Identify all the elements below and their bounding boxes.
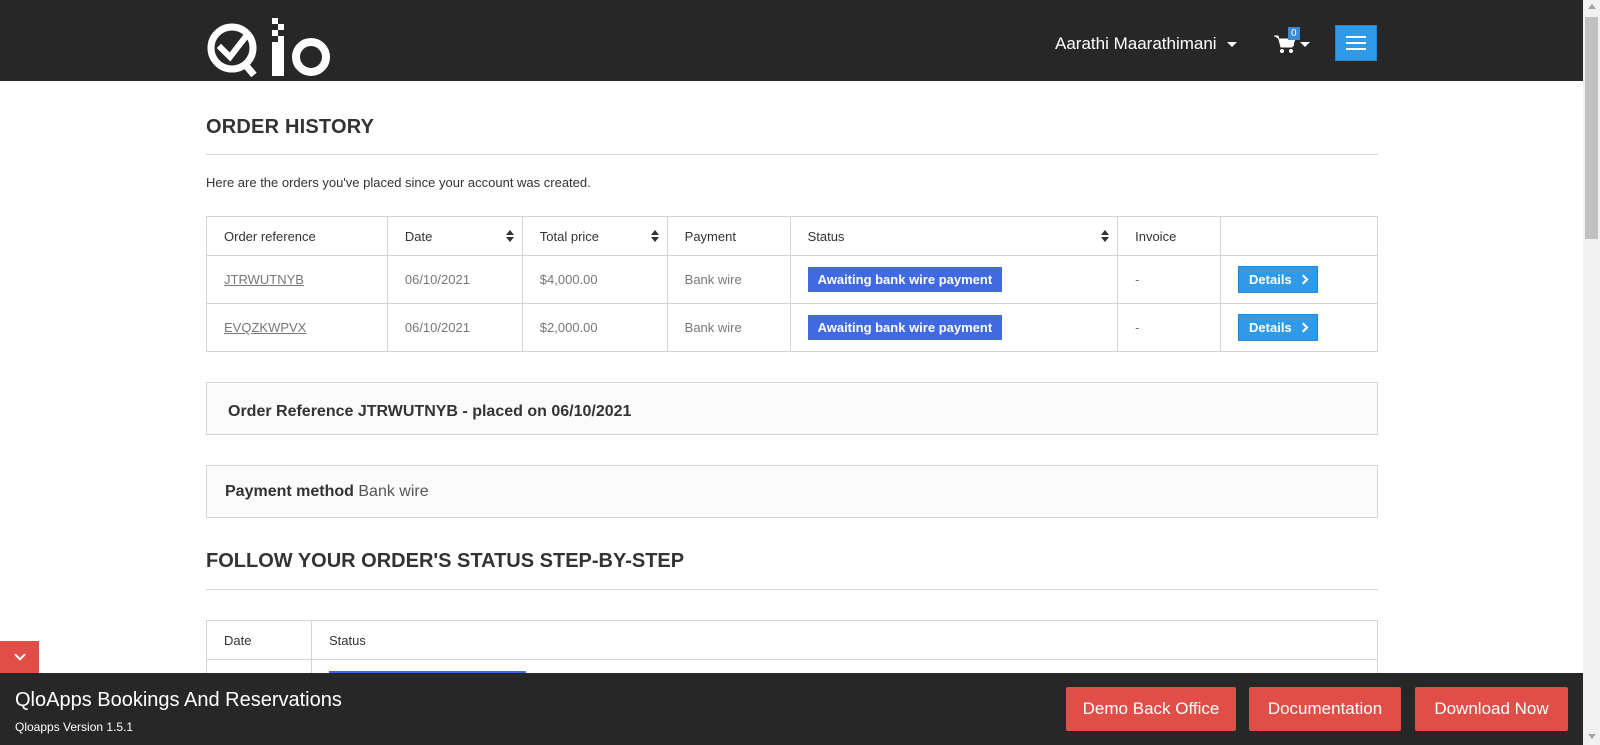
cart-button[interactable]: 0 bbox=[1274, 27, 1310, 54]
column-header-total-price[interactable]: Total price bbox=[521, 216, 668, 256]
hamburger-menu-button[interactable] bbox=[1335, 25, 1377, 61]
menu-bar bbox=[1346, 48, 1366, 50]
sort-icon[interactable] bbox=[1101, 230, 1110, 242]
column-label: Order reference bbox=[224, 228, 316, 244]
user-account-dropdown[interactable]: Aarathi Maarathimani bbox=[1055, 34, 1237, 54]
scroll-down-icon[interactable] bbox=[1588, 734, 1596, 739]
details-button[interactable]: Details bbox=[1238, 314, 1318, 341]
scrollbar-thumb[interactable] bbox=[1585, 17, 1598, 239]
cell-invoice: - bbox=[1117, 255, 1222, 304]
scroll-up-icon[interactable] bbox=[1588, 4, 1596, 9]
order-reference-link[interactable]: JTRWUTNYB bbox=[224, 272, 304, 287]
details-label: Details bbox=[1249, 320, 1292, 335]
sort-icon[interactable] bbox=[505, 230, 514, 242]
footer-title: QloApps Bookings And Reservations bbox=[15, 689, 342, 711]
menu-bar bbox=[1346, 42, 1366, 44]
order-history-table: Order reference Date Total price Payment… bbox=[206, 216, 1378, 352]
sort-icon[interactable] bbox=[650, 230, 659, 242]
column-label: Total price bbox=[539, 228, 600, 244]
cart-count-badge: 0 bbox=[1288, 27, 1300, 40]
user-name: Aarathi Maarathimani bbox=[1055, 34, 1217, 53]
vertical-scrollbar[interactable] bbox=[1583, 0, 1600, 745]
details-label: Details bbox=[1249, 272, 1292, 287]
cell-status: Awaiting bank wire payment bbox=[789, 303, 1119, 352]
qlo-logo[interactable] bbox=[206, 18, 332, 80]
status-badge: Awaiting bank wire payment bbox=[807, 315, 1003, 340]
cell-payment: Bank wire bbox=[666, 255, 791, 304]
payment-method-text: Payment method Bank wire bbox=[207, 483, 429, 501]
table-header-row: Order reference Date Total price Payment… bbox=[206, 216, 1378, 256]
demo-footer-bar: QloApps Bookings And Reservations Qloapp… bbox=[0, 673, 1583, 745]
column-header-invoice: Invoice bbox=[1117, 216, 1222, 256]
documentation-button[interactable]: Documentation bbox=[1249, 687, 1401, 731]
cell-payment: Bank wire bbox=[666, 303, 791, 352]
payment-method-value: Bank wire bbox=[358, 482, 429, 500]
chevron-down-icon bbox=[13, 649, 26, 661]
status-badge: Awaiting bank wire payment bbox=[807, 267, 1003, 292]
cell-total: $4,000.00 bbox=[521, 255, 668, 304]
column-header-order-reference: Order reference bbox=[206, 216, 388, 256]
follow-status-heading: FOLLOW YOUR ORDER'S STATUS STEP-BY-STEP bbox=[206, 550, 1378, 590]
cell-total: $2,000.00 bbox=[521, 303, 668, 352]
cell-date: 06/10/2021 bbox=[386, 255, 523, 304]
footer-version: Qloapps Version 1.5.1 bbox=[15, 720, 134, 734]
column-header-status[interactable]: Status bbox=[789, 216, 1119, 256]
cell-actions: Details bbox=[1220, 255, 1378, 304]
demo-back-office-button[interactable]: Demo Back Office bbox=[1066, 687, 1236, 731]
collapse-footer-button[interactable] bbox=[0, 641, 39, 673]
column-label: Status bbox=[807, 228, 845, 244]
page-title: ORDER HISTORY bbox=[206, 116, 1378, 155]
chevron-right-icon bbox=[1298, 274, 1309, 285]
main-content: ORDER HISTORY Here are the orders you've… bbox=[206, 81, 1378, 690]
page: Aarathi Maarathimani 0 ORDER HISTORY Her… bbox=[0, 0, 1600, 745]
column-header-date[interactable]: Date bbox=[386, 216, 523, 256]
order-reference-link[interactable]: EVQZKWPVX bbox=[224, 320, 306, 335]
column-header-status: Status bbox=[311, 620, 1378, 660]
order-reference-panel: Order Reference JTRWUTNYB - placed on 06… bbox=[206, 382, 1378, 435]
chevron-right-icon bbox=[1298, 322, 1309, 333]
download-now-button[interactable]: Download Now bbox=[1415, 687, 1568, 731]
cell-reference: JTRWUTNYB bbox=[206, 255, 388, 304]
payment-method-label: Payment method bbox=[225, 482, 354, 500]
top-navbar: Aarathi Maarathimani 0 bbox=[0, 0, 1583, 81]
menu-bar bbox=[1346, 36, 1366, 38]
column-label: Date bbox=[404, 228, 433, 244]
chevron-down-icon bbox=[1300, 41, 1310, 47]
column-header-payment: Payment bbox=[666, 216, 791, 256]
column-header-actions bbox=[1220, 216, 1378, 256]
order-reference-title: Order Reference JTRWUTNYB - placed on 06… bbox=[228, 402, 632, 420]
cell-status: Awaiting bank wire payment bbox=[789, 255, 1119, 304]
table-row: EVQZKWPVX 06/10/2021 $2,000.00 Bank wire… bbox=[206, 303, 1378, 352]
column-label: Payment bbox=[684, 228, 736, 244]
payment-method-panel: Payment method Bank wire bbox=[206, 465, 1378, 518]
chevron-down-icon bbox=[1226, 41, 1237, 47]
cell-date: 06/10/2021 bbox=[386, 303, 523, 352]
table-row: JTRWUTNYB 06/10/2021 $4,000.00 Bank wire… bbox=[206, 255, 1378, 304]
table-header-row: Date Status bbox=[206, 620, 1378, 660]
column-label: Invoice bbox=[1135, 228, 1177, 244]
cell-invoice: - bbox=[1117, 303, 1222, 352]
intro-text: Here are the orders you've placed since … bbox=[206, 175, 591, 190]
details-button[interactable]: Details bbox=[1238, 266, 1318, 293]
cell-reference: EVQZKWPVX bbox=[206, 303, 388, 352]
column-header-date: Date bbox=[206, 620, 312, 660]
cell-actions: Details bbox=[1220, 303, 1378, 352]
